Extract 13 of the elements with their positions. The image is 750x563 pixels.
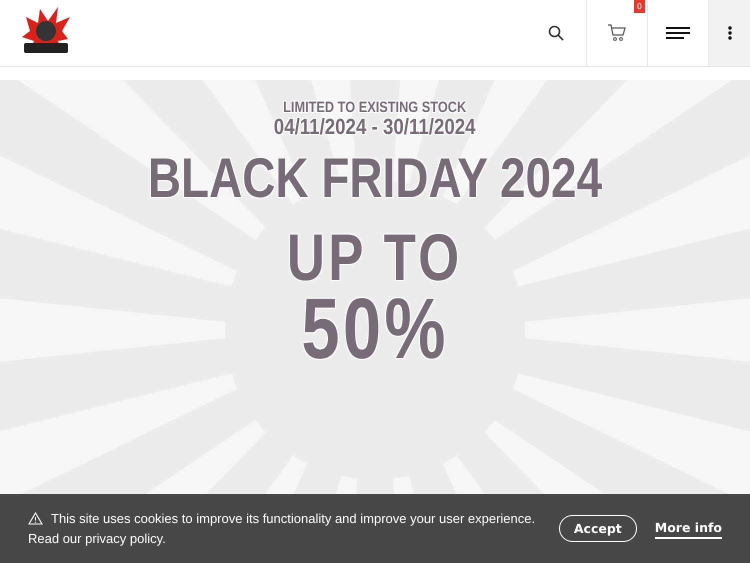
search-icon [548,25,564,41]
promo-headline: BLACK FRIDAY 2024 [148,150,602,206]
cookie-message: This site uses cookies to improve its functionality and improve your user experience. Read our privacy policy. [28,510,536,548]
accept-button[interactable]: Accept [558,515,637,542]
cart-button[interactable]: 0 [586,0,647,66]
more-vertical-icon [728,26,732,40]
cart-icon [607,23,627,43]
warning-icon [28,512,43,524]
more-info-link[interactable]: More info [654,518,722,539]
stock-note: LIMITED TO EXISTING STOCK [284,100,466,115]
menu-icon [666,27,690,39]
promo-dates: 04/11/2024 - 30/11/2024 [274,116,476,138]
cart-count-badge: 0 [634,0,645,13]
